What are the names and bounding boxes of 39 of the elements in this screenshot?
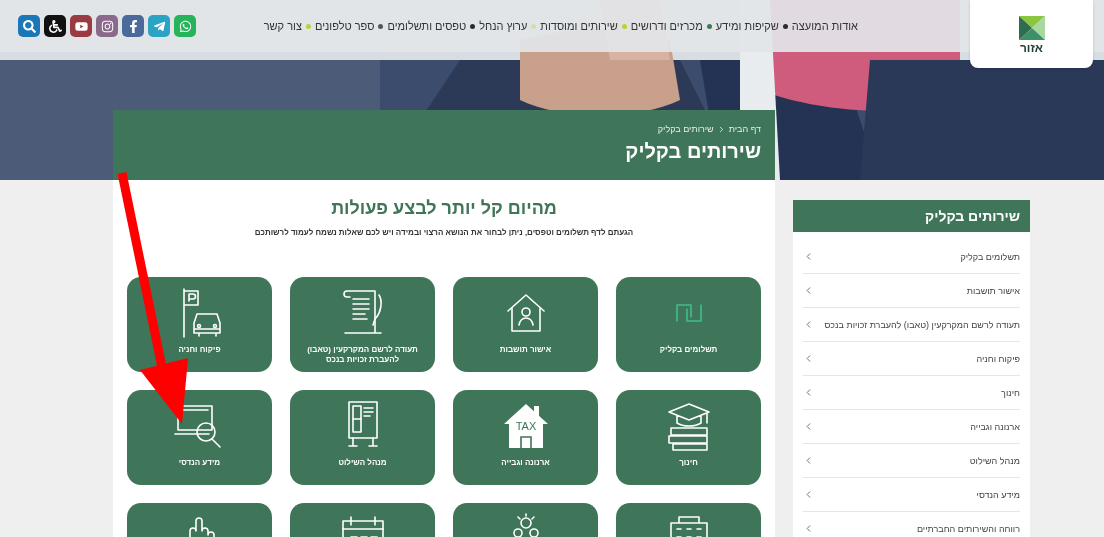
breadcrumb-link[interactable]: שירותים בקליק: [657, 124, 714, 134]
nav-link[interactable]: ערוץ הנחל: [479, 20, 528, 32]
paper-plane-icon[interactable]: [148, 15, 170, 37]
sidebar-item[interactable]: חינוך: [803, 376, 1020, 410]
nav-link[interactable]: שקיפות ומידע: [715, 20, 779, 32]
search-icon[interactable]: [18, 15, 40, 37]
intro-text: הגעתם לדף תשלומים וטפסים, ניתן לבחור את הנושא הרצוי ובמידה ויש לכם שאלות נשמח לעמוד לרשותכם: [254, 228, 634, 237]
nav-link[interactable]: אודות המועצה: [791, 20, 858, 32]
service-tile[interactable]: תשלומים בקליק: [616, 277, 761, 372]
service-tile[interactable]: מידע הנדסי: [127, 390, 272, 485]
service-tile[interactable]: פיקוח וחניה: [127, 277, 272, 372]
nav-link[interactable]: שירותים ומוסדות: [540, 20, 618, 32]
sidebar-item[interactable]: ארנונה וגבייה: [803, 410, 1020, 444]
sidebar-title: שירותים בקליק: [793, 200, 1030, 232]
chat-phone-icon[interactable]: [174, 15, 196, 37]
sidebar-item[interactable]: מידע הנדסי: [803, 478, 1020, 512]
facebook-icon[interactable]: [122, 15, 144, 37]
nav-link[interactable]: צור קשר: [263, 20, 302, 32]
play-icon[interactable]: [70, 15, 92, 37]
nav-link[interactable]: מכרזים ודרושים: [630, 20, 703, 32]
sidebar-item[interactable]: רווחה והשירותים החברתיים: [803, 512, 1020, 537]
sidebar-item[interactable]: מנהל השילוט: [803, 444, 1020, 478]
sidebar-item[interactable]: תשלומים בקליק: [803, 240, 1020, 274]
logo-text[interactable]: אזור: [1019, 42, 1044, 54]
logo-icon[interactable]: [1016, 14, 1047, 42]
breadcrumb-link[interactable]: דף הבית: [728, 124, 761, 134]
camera-icon[interactable]: [96, 15, 118, 37]
sidebar-item[interactable]: פיקוח וחניה: [803, 342, 1020, 376]
service-tile[interactable]: תעודה לרשם המקרקעין (טאבו) להעברת זכויות בנכס: [290, 277, 435, 372]
nav-link[interactable]: טפסים ותשלומים: [387, 20, 467, 32]
nav-link[interactable]: ספר טלפונים: [314, 20, 375, 32]
sidebar-item[interactable]: אישור תושבות: [803, 274, 1020, 308]
sidebar-item[interactable]: תעודה לרשם המקרקעין (טאבו) להעברת זכויות בנכס: [803, 308, 1020, 342]
wheelchair-icon[interactable]: [44, 15, 66, 37]
section-heading: מהיום קל יותר לבצע פעולות: [331, 198, 557, 219]
service-tile[interactable]: חינוך: [616, 390, 761, 485]
service-tile[interactable]: אישור תושבות: [453, 277, 598, 372]
service-tile[interactable]: מנהל השילוט: [290, 390, 435, 485]
page-title: שירותים בקליק: [624, 140, 761, 163]
